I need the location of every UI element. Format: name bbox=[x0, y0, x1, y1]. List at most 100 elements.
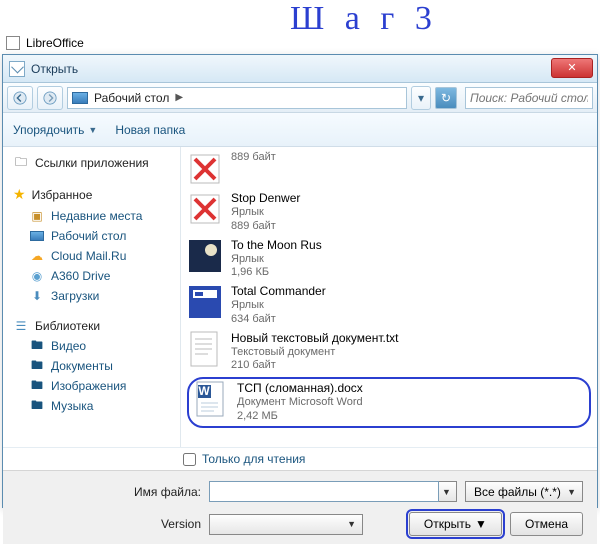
nav-bar: Рабочий стол ▶ ▾ ↻ bbox=[3, 83, 597, 113]
file-type: Ярлык bbox=[231, 299, 326, 313]
readonly-checkbox[interactable] bbox=[183, 453, 196, 466]
sidebar-item-label: Ссылки приложения bbox=[35, 156, 149, 170]
app-window-title: LibreOffice bbox=[6, 36, 84, 50]
dialog-body: 🗀 Ссылки приложения ★ Избранное ▣ Недавни… bbox=[3, 147, 597, 447]
organize-menu[interactable]: Упорядочить ▼ bbox=[13, 123, 97, 137]
file-type: Документ Microsoft Word bbox=[237, 396, 363, 410]
file-size: 889 байт bbox=[231, 151, 276, 165]
folder-icon: 🗀 bbox=[13, 156, 29, 170]
close-button[interactable]: ✕ bbox=[551, 58, 593, 78]
organize-label: Упорядочить bbox=[13, 123, 84, 137]
shortcut-icon bbox=[187, 151, 223, 187]
desktop-icon bbox=[29, 229, 45, 243]
dialog-icon bbox=[9, 61, 25, 77]
list-item[interactable]: To the Moon RusЯрлык1,96 КБ bbox=[187, 236, 591, 283]
sidebar-item-label: Недавние места bbox=[51, 209, 142, 223]
file-name: ТСП (сломанная).docx bbox=[237, 381, 363, 396]
handwriting-annotation: Ш а г 3 bbox=[290, 0, 438, 38]
file-size: 634 байт bbox=[231, 313, 326, 327]
dialog-footer: Имя файла: ▼ Все файлы (*.*) ▼ Version ▼… bbox=[3, 470, 597, 544]
new-folder-button[interactable]: Новая папка bbox=[115, 123, 185, 137]
open-button[interactable]: Открыть ▼ bbox=[409, 512, 502, 536]
cloud-icon: ☁ bbox=[29, 249, 45, 263]
sidebar-item-cloud[interactable]: ☁ Cloud Mail.Ru bbox=[7, 246, 176, 266]
dialog-titlebar: Открыть ✕ bbox=[3, 55, 597, 83]
sidebar-libraries[interactable]: ☰ Библиотеки bbox=[7, 316, 176, 336]
version-label: Version bbox=[17, 517, 201, 531]
sidebar-item-label: Изображения bbox=[51, 379, 126, 393]
game-icon bbox=[187, 238, 223, 274]
sidebar-item-downloads[interactable]: ⬇Загрузки bbox=[7, 286, 176, 306]
sidebar-item-label: Документы bbox=[51, 359, 113, 373]
sidebar-item-images[interactable]: 🖿 Изображения bbox=[7, 376, 176, 396]
sidebar-item-documents[interactable]: 🖿Документы bbox=[7, 356, 176, 376]
sidebar-item-recent[interactable]: ▣ Недавние места bbox=[7, 206, 176, 226]
recent-icon: ▣ bbox=[29, 209, 45, 223]
sidebar-app-links[interactable]: 🗀 Ссылки приложения bbox=[7, 153, 176, 173]
sidebar-item-label: Cloud Mail.Ru bbox=[51, 249, 126, 263]
libraries-icon: ☰ bbox=[13, 319, 29, 333]
cancel-button[interactable]: Отмена bbox=[510, 512, 583, 536]
file-size: 2,42 МБ bbox=[237, 410, 363, 424]
open-button-label: Открыть bbox=[424, 517, 471, 531]
sidebar-item-label: Рабочий стол bbox=[51, 229, 126, 243]
sidebar-item-a360[interactable]: ◉ A360 Drive bbox=[7, 266, 176, 286]
sidebar-group-label: Библиотеки bbox=[35, 319, 100, 333]
chevron-down-icon: ▼ bbox=[442, 487, 451, 497]
svg-text:W: W bbox=[198, 384, 210, 398]
new-folder-label: Новая папка bbox=[115, 123, 185, 137]
drive-icon: ◉ bbox=[29, 269, 45, 283]
music-icon: 🖿 bbox=[29, 399, 45, 413]
word-icon: W bbox=[193, 381, 229, 417]
file-type-filter[interactable]: Все файлы (*.*) ▼ bbox=[465, 481, 583, 502]
star-icon: ★ bbox=[13, 186, 26, 203]
dialog-title: Открыть bbox=[31, 62, 78, 76]
search-box[interactable] bbox=[465, 87, 593, 109]
sidebar-favorites[interactable]: ★ Избранное bbox=[7, 183, 176, 206]
chevron-down-icon: ▼ bbox=[475, 517, 487, 531]
file-name: To the Moon Rus bbox=[231, 238, 322, 253]
filename-input[interactable] bbox=[209, 481, 439, 502]
breadcrumb-text: Рабочий стол bbox=[94, 91, 169, 105]
sidebar: 🗀 Ссылки приложения ★ Избранное ▣ Недавни… bbox=[3, 147, 181, 447]
chevron-right-icon: ▶ bbox=[175, 92, 183, 103]
file-type: Текстовый документ bbox=[231, 346, 399, 360]
video-icon: 🖿 bbox=[29, 339, 45, 353]
sidebar-item-label: A360 Drive bbox=[51, 269, 110, 283]
sidebar-item-desktop[interactable]: Рабочий стол bbox=[7, 226, 176, 246]
breadcrumb[interactable]: Рабочий стол ▶ bbox=[67, 87, 407, 109]
list-item[interactable]: 889 байт bbox=[187, 149, 591, 189]
app-icon bbox=[6, 36, 20, 50]
list-item[interactable]: Total CommanderЯрлык634 байт bbox=[187, 282, 591, 329]
sidebar-item-video[interactable]: 🖿 Видео bbox=[7, 336, 176, 356]
file-size: 889 байт bbox=[231, 220, 300, 234]
list-item[interactable]: Stop DenwerЯрлык889 байт bbox=[187, 189, 591, 236]
nav-back-button[interactable] bbox=[7, 86, 33, 110]
breadcrumb-history-button[interactable]: ▾ bbox=[411, 86, 431, 110]
filter-label: Все файлы (*.*) bbox=[474, 485, 561, 499]
sidebar-group-label: Избранное bbox=[32, 188, 93, 202]
images-icon: 🖿 bbox=[29, 379, 45, 393]
nav-forward-button[interactable] bbox=[37, 86, 63, 110]
list-item-highlighted[interactable]: W ТСП (сломанная).docxДокумент Microsoft… bbox=[187, 377, 591, 428]
downloads-icon: ⬇ bbox=[29, 289, 45, 303]
chevron-down-icon: ▼ bbox=[567, 487, 576, 497]
refresh-button[interactable]: ↻ bbox=[435, 87, 457, 109]
file-list[interactable]: 889 байт Stop DenwerЯрлык889 байт To the… bbox=[181, 147, 597, 447]
shortcut-icon bbox=[187, 191, 223, 227]
sidebar-item-label: Видео bbox=[51, 339, 86, 353]
file-size: 210 байт bbox=[231, 359, 399, 373]
totalcmd-icon bbox=[187, 284, 223, 320]
version-select[interactable]: ▼ bbox=[209, 514, 363, 535]
file-name: Stop Denwer bbox=[231, 191, 300, 206]
open-file-dialog: Открыть ✕ Рабочий стол ▶ ▾ ↻ Упорядочить… bbox=[2, 54, 598, 508]
list-item[interactable]: Новый текстовый документ.txtТекстовый до… bbox=[187, 329, 591, 376]
search-input[interactable] bbox=[470, 91, 588, 105]
app-title-text: LibreOffice bbox=[26, 36, 84, 50]
readonly-checkbox-row: Только для чтения bbox=[3, 447, 597, 470]
sidebar-item-music[interactable]: 🖿Музыка bbox=[7, 396, 176, 416]
filename-history-button[interactable]: ▼ bbox=[439, 481, 457, 502]
file-size: 1,96 КБ bbox=[231, 266, 322, 280]
filename-label: Имя файла: bbox=[17, 485, 201, 499]
txt-icon bbox=[187, 331, 223, 367]
